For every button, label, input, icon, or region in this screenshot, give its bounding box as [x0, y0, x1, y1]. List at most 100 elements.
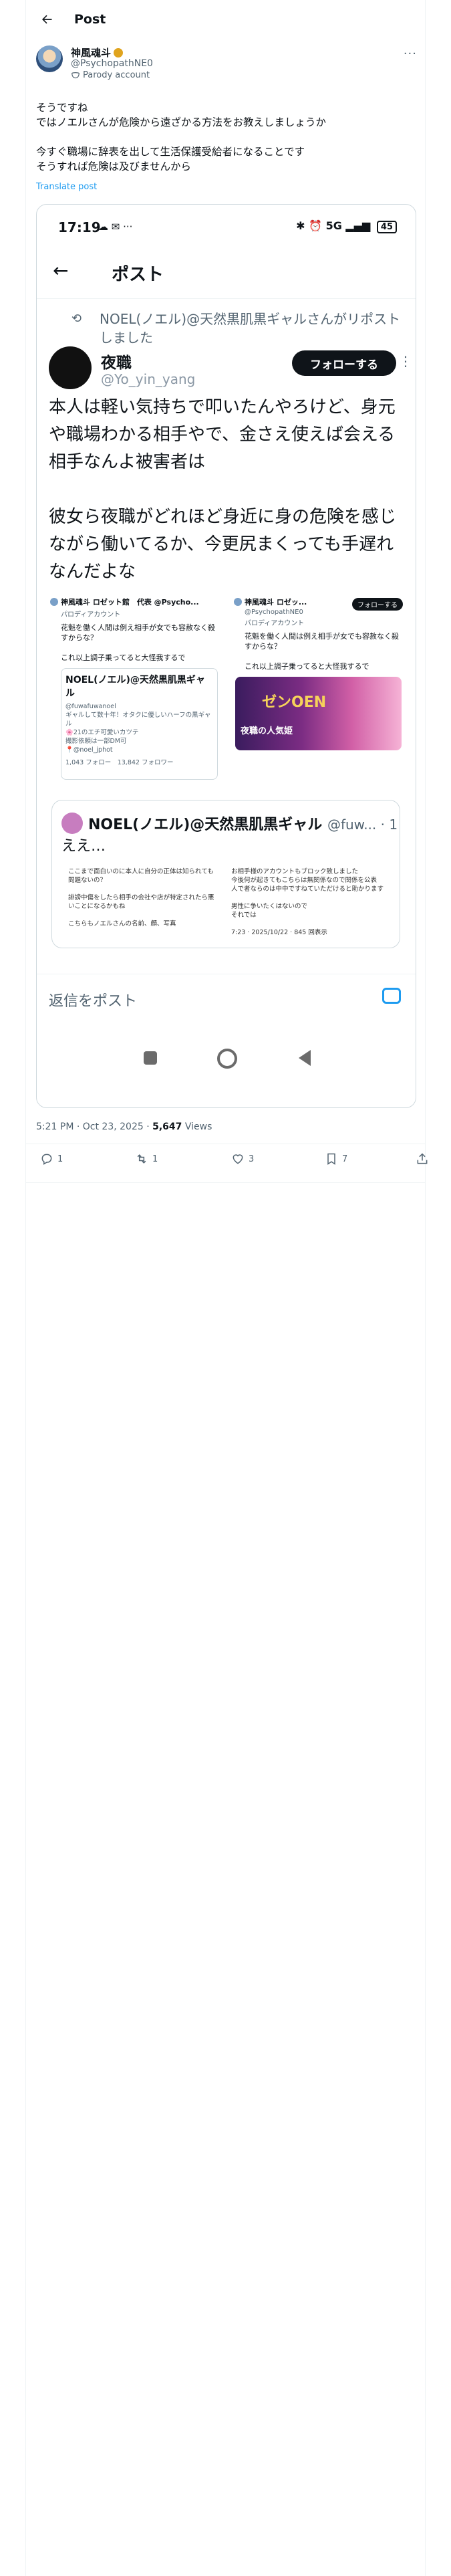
q-sub: パロディアカウント — [245, 620, 305, 627]
status-left-icons: ☁ ✉ ··· — [98, 221, 133, 233]
views-label: Views — [182, 1121, 212, 1132]
inner-avatar — [49, 346, 92, 389]
back-arrow-icon: ← — [53, 259, 69, 282]
follow-button-small: フォローする — [352, 598, 403, 611]
post-line: ではノエルさんが危険から遠ざかる方法をお教えしましょうか — [36, 116, 327, 128]
q-body: 花魁を働く人間は例え相手が女でも容赦なく殺すからな？ これ以上調子乗ってると大怪… — [245, 632, 399, 671]
repost-notice: ⟲ NOEL(ノエル)@天然黒肌黒ギャルさんがリポストしました — [71, 310, 406, 347]
quoted-images: 神風魂斗 ロゼット館 代表 @Psycho... パロディアカウント 花魁を働く… — [46, 593, 407, 793]
page-header: Post — [26, 0, 425, 39]
more-options-icon[interactable]: ··· — [404, 47, 417, 61]
inner-text-line: 彼女ら夜職がどれほど身近に身の危険を感じながら働いてるか、今更尻まくっても手遅れ… — [49, 507, 397, 582]
quoted-name-row: NOEL(ノエル)@天然黒肌黒ギャル @fuw... · 1日 — [88, 813, 400, 834]
mask-icon — [71, 72, 80, 78]
repost-text: NOEL(ノエル)@天然黒肌黒ギャルさんがリポストしました — [100, 311, 401, 346]
camera-icon — [382, 988, 401, 1004]
share-icon — [417, 1153, 428, 1164]
divider — [26, 1182, 425, 1183]
quoted-handle: @fuw... · 1日 — [327, 817, 400, 833]
post-text: そうですね ではノエルさんが危険から遠ざかる方法をお教えしましょうか 今すぐ職場… — [36, 100, 417, 174]
quoted-name: NOEL(ノエル)@天然黒肌黒ギャル — [88, 817, 323, 833]
avatar — [61, 813, 83, 834]
repost-count: 1 — [152, 1154, 158, 1164]
q-name: 神風魂斗 ロゼット館 代表 @Psycho... — [61, 598, 199, 607]
parody-text: Parody account — [83, 70, 150, 80]
heart-icon — [233, 1154, 243, 1164]
attached-screenshot[interactable]: 17:19 ☁ ✉ ··· ✱ ⏰ 5G ▂▄▆ 45 ← ポスト ⟲ NOEL… — [36, 204, 416, 1108]
back-arrow-icon — [42, 15, 52, 24]
q-stats: 1,043 フォロー 13,842 フォロワー — [65, 759, 174, 766]
home-icon — [217, 1049, 237, 1069]
back-button[interactable] — [34, 7, 59, 32]
right-column-border — [425, 0, 426, 2576]
reply-icon — [41, 1154, 52, 1165]
inner-post-text: 本人は軽い気持ちで叩いたんやろけど、身元や職場わかる相手やで、金さえ使えば会える… — [49, 394, 402, 586]
post-author: 神風魂斗 @PsychopathNE0 Parody account ··· — [36, 44, 424, 91]
verified-badge-icon — [114, 47, 124, 58]
like-count: 3 — [249, 1154, 255, 1164]
reply-bar: 返信をポスト — [37, 974, 416, 1023]
q-inner-body: @fuwafuwanoel ギャルして数十年！オタクに優しいハーフの黒ギャル 🌸… — [65, 703, 211, 754]
battery-icon: 45 — [376, 221, 397, 233]
quoted-image-left: 神風魂斗 ロゼット館 代表 @Psycho... パロディアカウント 花魁を働く… — [46, 593, 223, 793]
inner-text-line: 本人は軽い気持ちで叩いたんやろけど、身元や職場わかる相手やで、金さえ使えば会える… — [49, 397, 396, 472]
quoted-shot-right: お相手様のアカウントもブロック致しました 今後何が起きてもこちらは無関係なので関… — [227, 863, 388, 948]
repost-icon: ⟲ — [71, 312, 82, 326]
q-body: 花魁を働く人間は例え相手が女でも容赦なく殺すからな？ これ以上調子乗ってると大怪… — [61, 623, 215, 662]
repost-icon — [137, 1154, 146, 1164]
recents-icon — [144, 1051, 157, 1065]
status-time: 17:19 — [58, 219, 101, 235]
parody-label: Parody account — [71, 70, 150, 80]
action-bar: 1 1 3 7 — [36, 1152, 428, 1172]
app-title: ポスト — [112, 265, 164, 285]
author-name[interactable]: 神風魂斗 — [71, 45, 111, 60]
quoted-shot-left: ここまで面白いのに本人に自分の正体は知られても問題ないの？ 誹謗中傷をしたら相手… — [64, 863, 221, 948]
post-timestamp[interactable]: 5:21 PM · Oct 23, 2025 · — [36, 1121, 152, 1132]
inner-follow-button: フォローする — [292, 350, 396, 376]
event-banner-image: ゼンOEN 夜職の人気姫 — [235, 677, 402, 750]
avatar — [50, 598, 58, 606]
translate-link[interactable]: Translate post — [36, 182, 97, 192]
author-name-row[interactable]: 神風魂斗 — [71, 45, 124, 60]
bookmark-icon — [327, 1153, 335, 1165]
reply-button[interactable]: 1 — [40, 1152, 63, 1166]
page-title: Post — [74, 12, 106, 27]
app-bar: ← ポスト — [37, 245, 416, 298]
like-button[interactable]: 3 — [231, 1152, 254, 1166]
views-count: 5,647 — [152, 1121, 182, 1132]
network-label: 5G — [325, 219, 342, 232]
author-handle[interactable]: @PsychopathNE0 — [71, 58, 153, 69]
q-inner-card: NOEL(ノエル)@天然黒肌黒ギャル @fuwafuwanoel ギャルして数十… — [61, 668, 218, 780]
back-triangle-icon — [299, 1050, 311, 1066]
q-name: 神風魂斗 ロゼッ... — [245, 598, 307, 607]
repost-button[interactable]: 1 — [135, 1152, 158, 1166]
reply-count: 1 — [57, 1154, 63, 1164]
banner-subtitle: 夜職の人気姫 — [241, 726, 293, 736]
post-line: そうですね — [36, 102, 88, 114]
divider — [37, 298, 416, 299]
left-column-border — [25, 0, 26, 2576]
bookmark-count: 7 — [342, 1154, 348, 1164]
android-nav-bar — [37, 1034, 416, 1081]
status-right-icons: ✱ ⏰ 5G ▂▄▆ 45 — [296, 219, 397, 233]
reply-placeholder: 返信をポスト — [49, 993, 138, 1010]
avatar — [234, 598, 242, 606]
inner-name: 夜職 — [101, 354, 132, 372]
quoted-post: NOEL(ノエル)@天然黒肌黒ギャル @fuw... · 1日 ええ… ここまで… — [51, 800, 400, 948]
banner-title: ゼンOEN — [262, 694, 327, 711]
phone-status-bar: 17:19 ☁ ✉ ··· ✱ ⏰ 5G ▂▄▆ 45 — [37, 205, 416, 245]
inner-handle: @Yo_yin_yang — [101, 371, 196, 387]
author-avatar[interactable] — [36, 45, 63, 72]
bookmark-button[interactable]: 7 — [325, 1152, 347, 1166]
q-sub: パロディアカウント — [61, 611, 121, 619]
q-head: 神風魂斗 ロゼット館 代表 @Psycho... — [50, 597, 223, 607]
post-line: そうすれば危険は及びませんから — [36, 160, 192, 173]
q-inner-name: NOEL(ノエル)@天然黒肌黒ギャル — [65, 675, 205, 699]
quoted-image-right: 神風魂斗 ロゼッ... @PsychopathNE0 パロディアカウント フォロ… — [230, 593, 407, 793]
post-meta: 5:21 PM · Oct 23, 2025 · 5,647 Views — [36, 1121, 212, 1132]
post-line: 今すぐ職場に辞表を出して生活保護受給者になることです — [36, 146, 305, 158]
inner-more-icon: ⋮ — [399, 353, 412, 369]
post-line — [36, 130, 417, 144]
quoted-text: ええ… — [61, 838, 106, 855]
share-button[interactable] — [416, 1152, 429, 1166]
